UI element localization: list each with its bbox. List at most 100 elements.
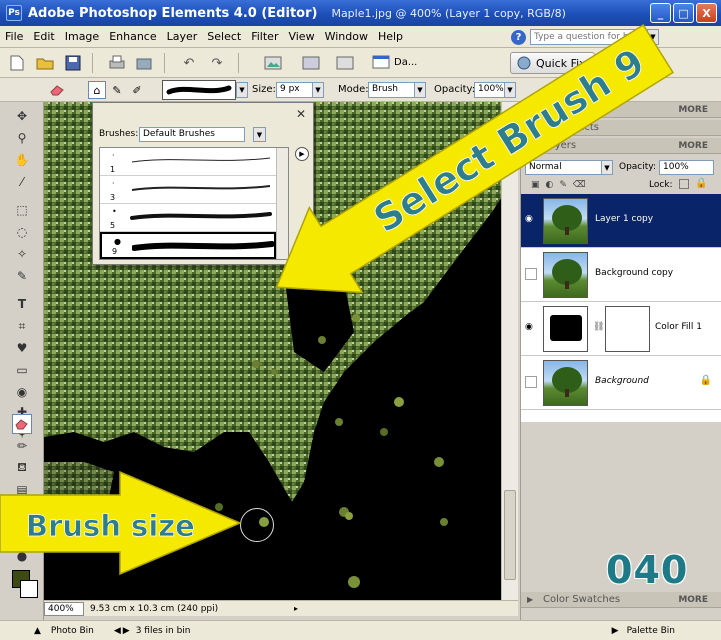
visibility-toggle-box[interactable] [525,268,537,280]
expand-arrow-icon[interactable]: ▶ [527,595,533,604]
online-services-icon[interactable] [134,52,156,74]
new-layer-icon[interactable]: ▣ [531,180,540,190]
new-file-icon[interactable] [6,52,28,74]
layer-opacity-field[interactable]: 100% [659,160,714,175]
brush-preview[interactable] [162,80,236,100]
palette-bin-label[interactable]: Palette Bin [627,626,675,636]
gradient-tool-icon[interactable]: ▤ [12,480,32,500]
collapse-arrow-icon[interactable]: ▼ [527,105,533,114]
palette-bin-toggle-icon[interactable]: ▶ [612,626,619,636]
zoom-tool-icon[interactable]: ⚲ [12,128,32,148]
close-button[interactable]: X [696,3,717,23]
menu-window[interactable]: Window [320,30,373,43]
more-button[interactable]: MORE [678,105,708,115]
palette-header-layers[interactable]: ▼ Layers MORE [521,138,721,154]
cookie-cutter-tool-icon[interactable]: ♥ [12,338,32,358]
red-eye-tool-icon[interactable]: ◉ [12,382,32,402]
blend-mode-dropdown-icon[interactable]: ▼ [601,160,613,175]
minimize-button[interactable]: _ [650,3,671,23]
type-tool-icon[interactable]: T [12,294,32,314]
delete-layer-icon[interactable]: ✎ [559,180,567,190]
status-menu-arrow-icon[interactable]: ▸ [294,604,298,613]
selection-brush-tool-icon[interactable]: ✎ [12,266,32,286]
visibility-eye-icon[interactable]: ◉ [525,322,537,334]
lasso-tool-icon[interactable]: ◌ [12,222,32,242]
canvas-vertical-scrollbar[interactable] [501,102,518,600]
brush-row[interactable]: · 3 [100,176,276,204]
close-popup-icon[interactable]: ✕ [296,107,306,121]
pencil-tool-icon[interactable]: ✏ [12,436,32,456]
layer-row[interactable]: Background 🔒 [521,356,721,410]
brush-list-scrollbar[interactable] [276,148,288,259]
brush-row-selected[interactable]: ● 9 [100,232,276,259]
menu-enhance[interactable]: Enhance [104,30,161,43]
menu-filter[interactable]: Filter [246,30,283,43]
straighten-tool-icon[interactable]: ▭ [12,360,32,380]
background-color-swatch[interactable] [20,580,38,598]
brush-set-select[interactable]: Default Brushes [139,127,245,142]
eraser-tool-icon[interactable]: ⌂ [88,81,106,99]
photo-bin-toggle-icon[interactable]: ▲ [34,626,41,636]
quick-fix-button[interactable]: Quick Fix [510,52,595,74]
brush-picker-dropdown-icon[interactable]: ▼ [236,82,248,98]
move-tool-icon[interactable]: ✥ [12,106,32,126]
marquee-tool-icon[interactable]: ⬚ [12,200,32,220]
crop-tool-icon[interactable]: ⌗ [12,316,32,336]
menu-file[interactable]: File [0,30,28,43]
eraser-options-icon[interactable] [48,81,66,99]
paint-bucket-tool-icon[interactable]: ⛾ [12,458,32,478]
menu-select[interactable]: Select [202,30,246,43]
maximize-button[interactable]: □ [673,3,694,23]
photo-bin-label[interactable]: Photo Bin [51,626,94,636]
brush-set-dropdown-icon[interactable]: ▼ [253,127,266,142]
visibility-toggle-box[interactable] [525,376,537,388]
help-dropdown-icon[interactable]: ▼ [647,29,659,45]
create-icon[interactable] [300,52,322,74]
background-eraser-icon[interactable]: ✎ [108,81,126,99]
palette-header[interactable]: ▼ MORE [521,102,721,118]
save-icon[interactable] [62,52,84,74]
menu-layer[interactable]: Layer [162,30,203,43]
trash-icon[interactable]: ⌫ [573,180,586,190]
magic-wand-tool-icon[interactable]: ✧ [12,244,32,264]
menu-image[interactable]: Image [60,30,104,43]
brush-row[interactable]: • 5 [100,204,276,232]
help-icon[interactable]: ? [511,29,526,45]
lock-transparency-icon[interactable] [679,179,689,189]
zoom-field[interactable]: 400% [44,601,84,616]
sponge-tool-icon[interactable]: ● [12,546,32,566]
date-view-button[interactable]: Da... [372,54,417,70]
eyedropper-tool-icon[interactable]: ⁄ [12,172,32,192]
shape-tool-icon[interactable]: ▬ [12,502,32,522]
menu-view[interactable]: View [283,30,319,43]
blend-mode-select[interactable]: Normal [525,160,611,175]
bin-back-icon[interactable]: ◀ [114,626,121,636]
layer-row[interactable]: Background copy [521,248,721,302]
menu-edit[interactable]: Edit [28,30,59,43]
help-search-input[interactable] [530,29,643,45]
opacity-dropdown-icon[interactable]: ▼ [504,82,516,98]
layer-row[interactable]: ◉ Layer 1 copy [521,194,721,248]
menu-help[interactable]: Help [373,30,408,43]
print-icon[interactable] [106,52,128,74]
more-button[interactable]: MORE [678,141,708,151]
brush-menu-icon[interactable]: ▶ [295,147,309,161]
more-button[interactable]: MORE [678,595,708,605]
scrollbar-thumb[interactable] [504,490,516,580]
mode-dropdown-icon[interactable]: ▼ [414,82,426,98]
magic-eraser-icon[interactable]: ✐ [128,81,146,99]
collapse-arrow-icon[interactable]: ▼ [527,141,533,150]
visibility-eye-icon[interactable]: ◉ [525,214,537,226]
hand-tool-icon[interactable]: ✋ [12,150,32,170]
redo-icon[interactable]: ↷ [206,52,228,74]
opacity-field[interactable]: 100% [474,82,506,98]
expand-arrow-icon[interactable]: ▶ [527,123,533,132]
undo-icon[interactable]: ↶ [178,52,200,74]
blur-tool-icon[interactable]: ◆ [12,524,32,544]
palette-header-color-swatches[interactable]: ▶ Color Swatches MORE [521,592,721,608]
open-folder-icon[interactable] [34,52,56,74]
adjustment-layer-icon[interactable]: ◐ [546,180,554,190]
eraser-active-tool-icon[interactable] [12,414,32,434]
share-icon[interactable] [334,52,356,74]
lock-all-icon[interactable]: 🔒 [695,178,707,189]
